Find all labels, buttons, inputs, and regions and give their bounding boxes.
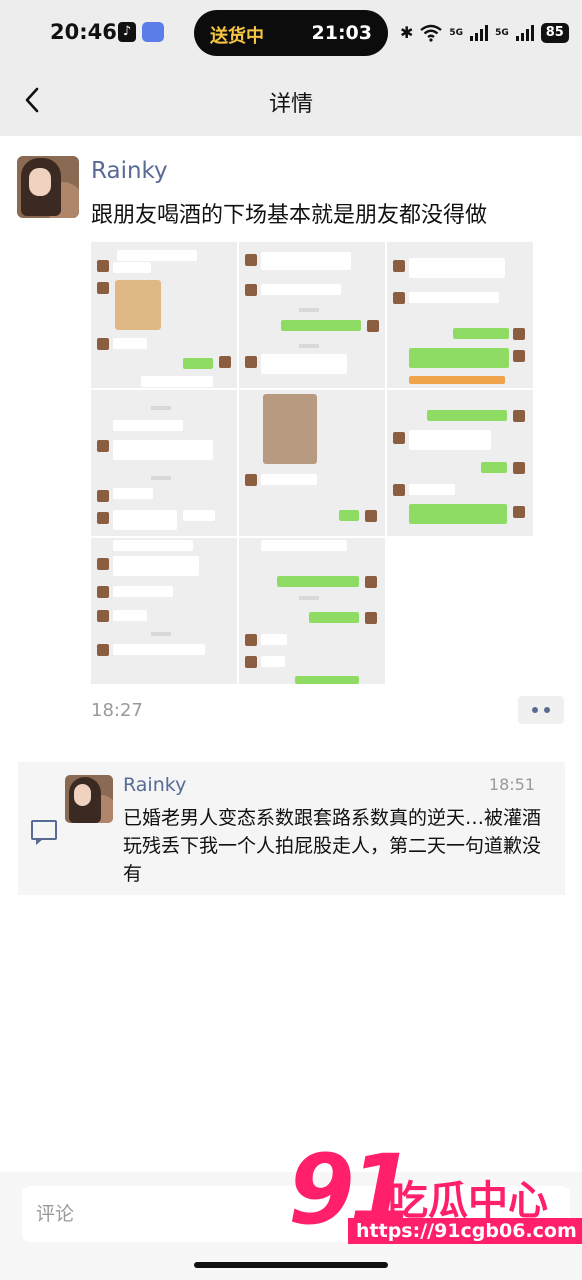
nav-bar: 详情 (0, 66, 582, 136)
post-image-1[interactable] (91, 242, 237, 388)
post-image-5[interactable] (239, 390, 385, 536)
post-image-grid (91, 242, 533, 684)
tiktok-icon: ♪ (118, 22, 136, 42)
post-timestamp: 18:27 (91, 700, 143, 721)
commenter-name[interactable]: Rainky (123, 774, 186, 796)
watermark: 91 吃瓜中心 https://91cgb06.com (288, 1140, 582, 1258)
post-author-avatar[interactable] (17, 156, 79, 218)
signal-1-icon (470, 25, 489, 41)
post-image-2[interactable] (239, 242, 385, 388)
post-image-3[interactable] (387, 242, 533, 388)
commenter-avatar[interactable] (65, 775, 113, 823)
wifi-icon (420, 24, 443, 42)
live-activity-label: 送货中 (210, 26, 264, 47)
app-notification-icon (142, 22, 164, 42)
page-title: 详情 (268, 92, 313, 117)
comment-timestamp: 18:51 (488, 775, 535, 794)
status-time: 20:46 (50, 20, 117, 44)
status-bar: 20:46 ♪ 送货中 21:03 ✱ 5G 5G 85 (0, 0, 582, 66)
watermark-url: https://91cgb06.com (348, 1218, 582, 1244)
comment-section: Rainky 18:51 已婚老男人变态系数跟套路系数真的逆天…被灌酒玩残丢下我… (18, 762, 565, 895)
post-image-7[interactable] (91, 538, 237, 684)
post-image-8[interactable] (239, 538, 385, 684)
battery-indicator: 85 (540, 23, 569, 43)
comment-icon (31, 820, 57, 845)
post-author-name[interactable]: Rainky (91, 158, 168, 184)
post-image-4[interactable] (91, 390, 237, 536)
status-indicators: ✱ 5G 5G 85 (400, 22, 569, 44)
more-dots-icon[interactable] (518, 696, 564, 724)
post-text: 跟朋友喝酒的下场基本就是朋友都没得做 (91, 203, 488, 228)
network-5g-1: 5G (449, 27, 464, 38)
home-indicator[interactable] (194, 1262, 388, 1268)
signal-2-icon (515, 25, 534, 41)
post-image-6[interactable] (387, 390, 533, 536)
live-activity[interactable]: 送货中 21:03 (194, 10, 388, 56)
live-activity-time: 21:03 (311, 22, 372, 44)
network-5g-2: 5G (495, 27, 509, 38)
comment-text: 已婚老男人变态系数跟套路系数真的逆天…被灌酒玩残丢下我一个人拍屁股走人，第二天一… (123, 807, 542, 885)
bluetooth-icon: ✱ (400, 23, 414, 42)
